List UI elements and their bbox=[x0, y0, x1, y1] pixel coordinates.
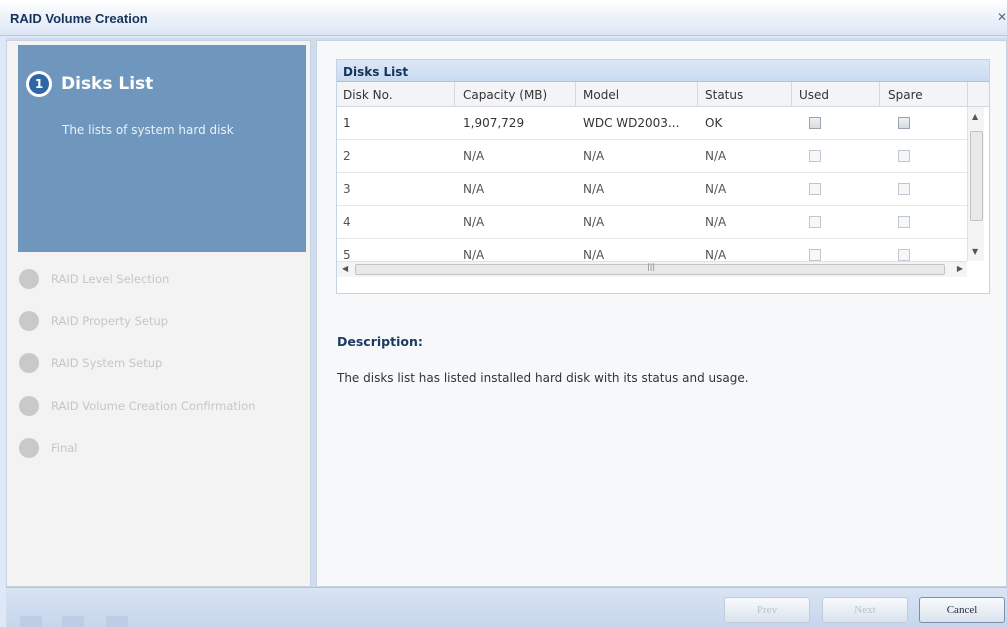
vertical-scrollbar[interactable]: ▲ ▼ bbox=[967, 107, 984, 261]
dialog-titlebar[interactable]: RAID Volume Creation ✕ bbox=[0, 0, 1007, 36]
step-label: Final bbox=[51, 441, 78, 455]
column-header-disk-no[interactable]: Disk No. bbox=[343, 88, 393, 102]
wizard-step-final: Final bbox=[19, 436, 299, 460]
cell-status: N/A bbox=[705, 149, 727, 163]
cancel-button[interactable]: Cancel bbox=[919, 597, 1005, 623]
prev-button[interactable]: Prev bbox=[724, 597, 810, 623]
step-label: RAID Volume Creation Confirmation bbox=[51, 399, 256, 413]
cell-status: N/A bbox=[705, 215, 727, 229]
column-divider[interactable] bbox=[879, 82, 880, 107]
cell-disk-no: 3 bbox=[343, 182, 351, 196]
bar-handle-icon bbox=[62, 616, 84, 627]
table-row[interactable]: 5 N/A N/A N/A bbox=[337, 239, 967, 261]
cell-disk-no: 4 bbox=[343, 215, 351, 229]
dialog-body: 1 Disks List The lists of system hard di… bbox=[6, 38, 1007, 627]
step-label: RAID Level Selection bbox=[51, 272, 170, 286]
column-header-model[interactable]: Model bbox=[583, 88, 619, 102]
close-icon[interactable]: ✕ bbox=[997, 10, 1007, 26]
column-header-used[interactable]: Used bbox=[799, 88, 829, 102]
bar-handle-icon bbox=[106, 616, 128, 627]
cell-disk-no: 2 bbox=[343, 149, 351, 163]
vertical-scroll-thumb[interactable] bbox=[970, 131, 983, 221]
bar-handle-icon bbox=[20, 616, 42, 627]
cell-capacity: N/A bbox=[463, 215, 485, 229]
used-checkbox[interactable] bbox=[809, 183, 821, 195]
dialog-title: RAID Volume Creation bbox=[10, 11, 148, 26]
cell-disk-no: 1 bbox=[343, 116, 351, 130]
scroll-left-arrow-icon[interactable]: ◀ bbox=[342, 264, 348, 273]
cell-model: N/A bbox=[583, 149, 605, 163]
step-dot-icon bbox=[19, 438, 39, 458]
step-label: RAID System Setup bbox=[51, 356, 163, 370]
horizontal-scrollbar[interactable]: ◀ ||| ▶ bbox=[337, 261, 967, 277]
cell-capacity: N/A bbox=[463, 182, 485, 196]
grid-header: Disk No. Capacity (MB) Model Status Used… bbox=[337, 82, 989, 107]
wizard-step-raid-system-setup: RAID System Setup bbox=[19, 351, 299, 375]
step-label: RAID Property Setup bbox=[51, 314, 169, 328]
used-checkbox[interactable] bbox=[809, 249, 821, 261]
cell-disk-no: 5 bbox=[343, 248, 351, 261]
grid-title: Disks List bbox=[337, 60, 989, 82]
cell-model: N/A bbox=[583, 248, 605, 261]
column-divider[interactable] bbox=[454, 82, 455, 107]
cell-status: OK bbox=[705, 116, 723, 130]
description-text: The disks list has listed installed hard… bbox=[337, 371, 749, 385]
cell-status: N/A bbox=[705, 248, 727, 261]
cell-model: N/A bbox=[583, 215, 605, 229]
table-row[interactable]: 3 N/A N/A N/A bbox=[337, 173, 967, 206]
step-dot-icon bbox=[19, 353, 39, 373]
column-header-spare[interactable]: Spare bbox=[888, 88, 923, 102]
wizard-step-raid-volume-creation-confirmation: RAID Volume Creation Confirmation bbox=[19, 394, 299, 418]
scroll-down-arrow-icon[interactable]: ▼ bbox=[972, 247, 978, 256]
step-dot-icon bbox=[19, 269, 39, 289]
cell-status: N/A bbox=[705, 182, 727, 196]
used-checkbox[interactable] bbox=[809, 216, 821, 228]
cell-model: N/A bbox=[583, 182, 605, 196]
spare-checkbox[interactable] bbox=[898, 117, 910, 129]
wizard-step-active: 1 Disks List The lists of system hard di… bbox=[18, 45, 306, 252]
column-header-status[interactable]: Status bbox=[705, 88, 743, 102]
step-number: 1 bbox=[29, 74, 49, 94]
column-divider[interactable] bbox=[697, 82, 698, 107]
raid-volume-creation-dialog: RAID Volume Creation ✕ 1 Disks List The … bbox=[0, 0, 1007, 627]
used-checkbox[interactable] bbox=[809, 117, 821, 129]
cell-capacity: N/A bbox=[463, 248, 485, 261]
dialog-button-bar: Prev Next Cancel bbox=[6, 587, 1007, 627]
scroll-grip-icon: ||| bbox=[647, 262, 656, 271]
column-divider[interactable] bbox=[791, 82, 792, 107]
step-description: The lists of system hard disk bbox=[62, 123, 234, 137]
column-header-capacity[interactable]: Capacity (MB) bbox=[463, 88, 547, 102]
used-checkbox[interactable] bbox=[809, 150, 821, 162]
step-title: Disks List bbox=[61, 74, 154, 94]
wizard-steps-panel: 1 Disks List The lists of system hard di… bbox=[6, 40, 311, 587]
spare-checkbox[interactable] bbox=[898, 249, 910, 261]
wizard-step-raid-property-setup: RAID Property Setup bbox=[19, 309, 299, 333]
table-row[interactable]: 4 N/A N/A N/A bbox=[337, 206, 967, 239]
table-row[interactable]: 1 1,907,729 WDC WD2003... OK bbox=[337, 107, 967, 140]
cell-capacity: N/A bbox=[463, 149, 485, 163]
step-dot-icon bbox=[19, 311, 39, 331]
wizard-content-panel: Disks List Disk No. Capacity (MB) Model … bbox=[316, 40, 1007, 587]
disks-list-grid: Disks List Disk No. Capacity (MB) Model … bbox=[336, 59, 990, 294]
scroll-right-arrow-icon[interactable]: ▶ bbox=[957, 264, 963, 273]
step-number-badge: 1 bbox=[26, 71, 52, 97]
table-row[interactable]: 2 N/A N/A N/A bbox=[337, 140, 967, 173]
spare-checkbox[interactable] bbox=[898, 183, 910, 195]
column-divider[interactable] bbox=[967, 82, 968, 107]
spare-checkbox[interactable] bbox=[898, 150, 910, 162]
next-button[interactable]: Next bbox=[822, 597, 908, 623]
scroll-up-arrow-icon[interactable]: ▲ bbox=[972, 112, 978, 121]
step-dot-icon bbox=[19, 396, 39, 416]
column-divider[interactable] bbox=[575, 82, 576, 107]
spare-checkbox[interactable] bbox=[898, 216, 910, 228]
description-heading: Description: bbox=[337, 334, 423, 349]
cell-model: WDC WD2003... bbox=[583, 116, 680, 130]
cell-capacity: 1,907,729 bbox=[463, 116, 525, 130]
wizard-step-raid-level-selection: RAID Level Selection bbox=[19, 267, 299, 291]
